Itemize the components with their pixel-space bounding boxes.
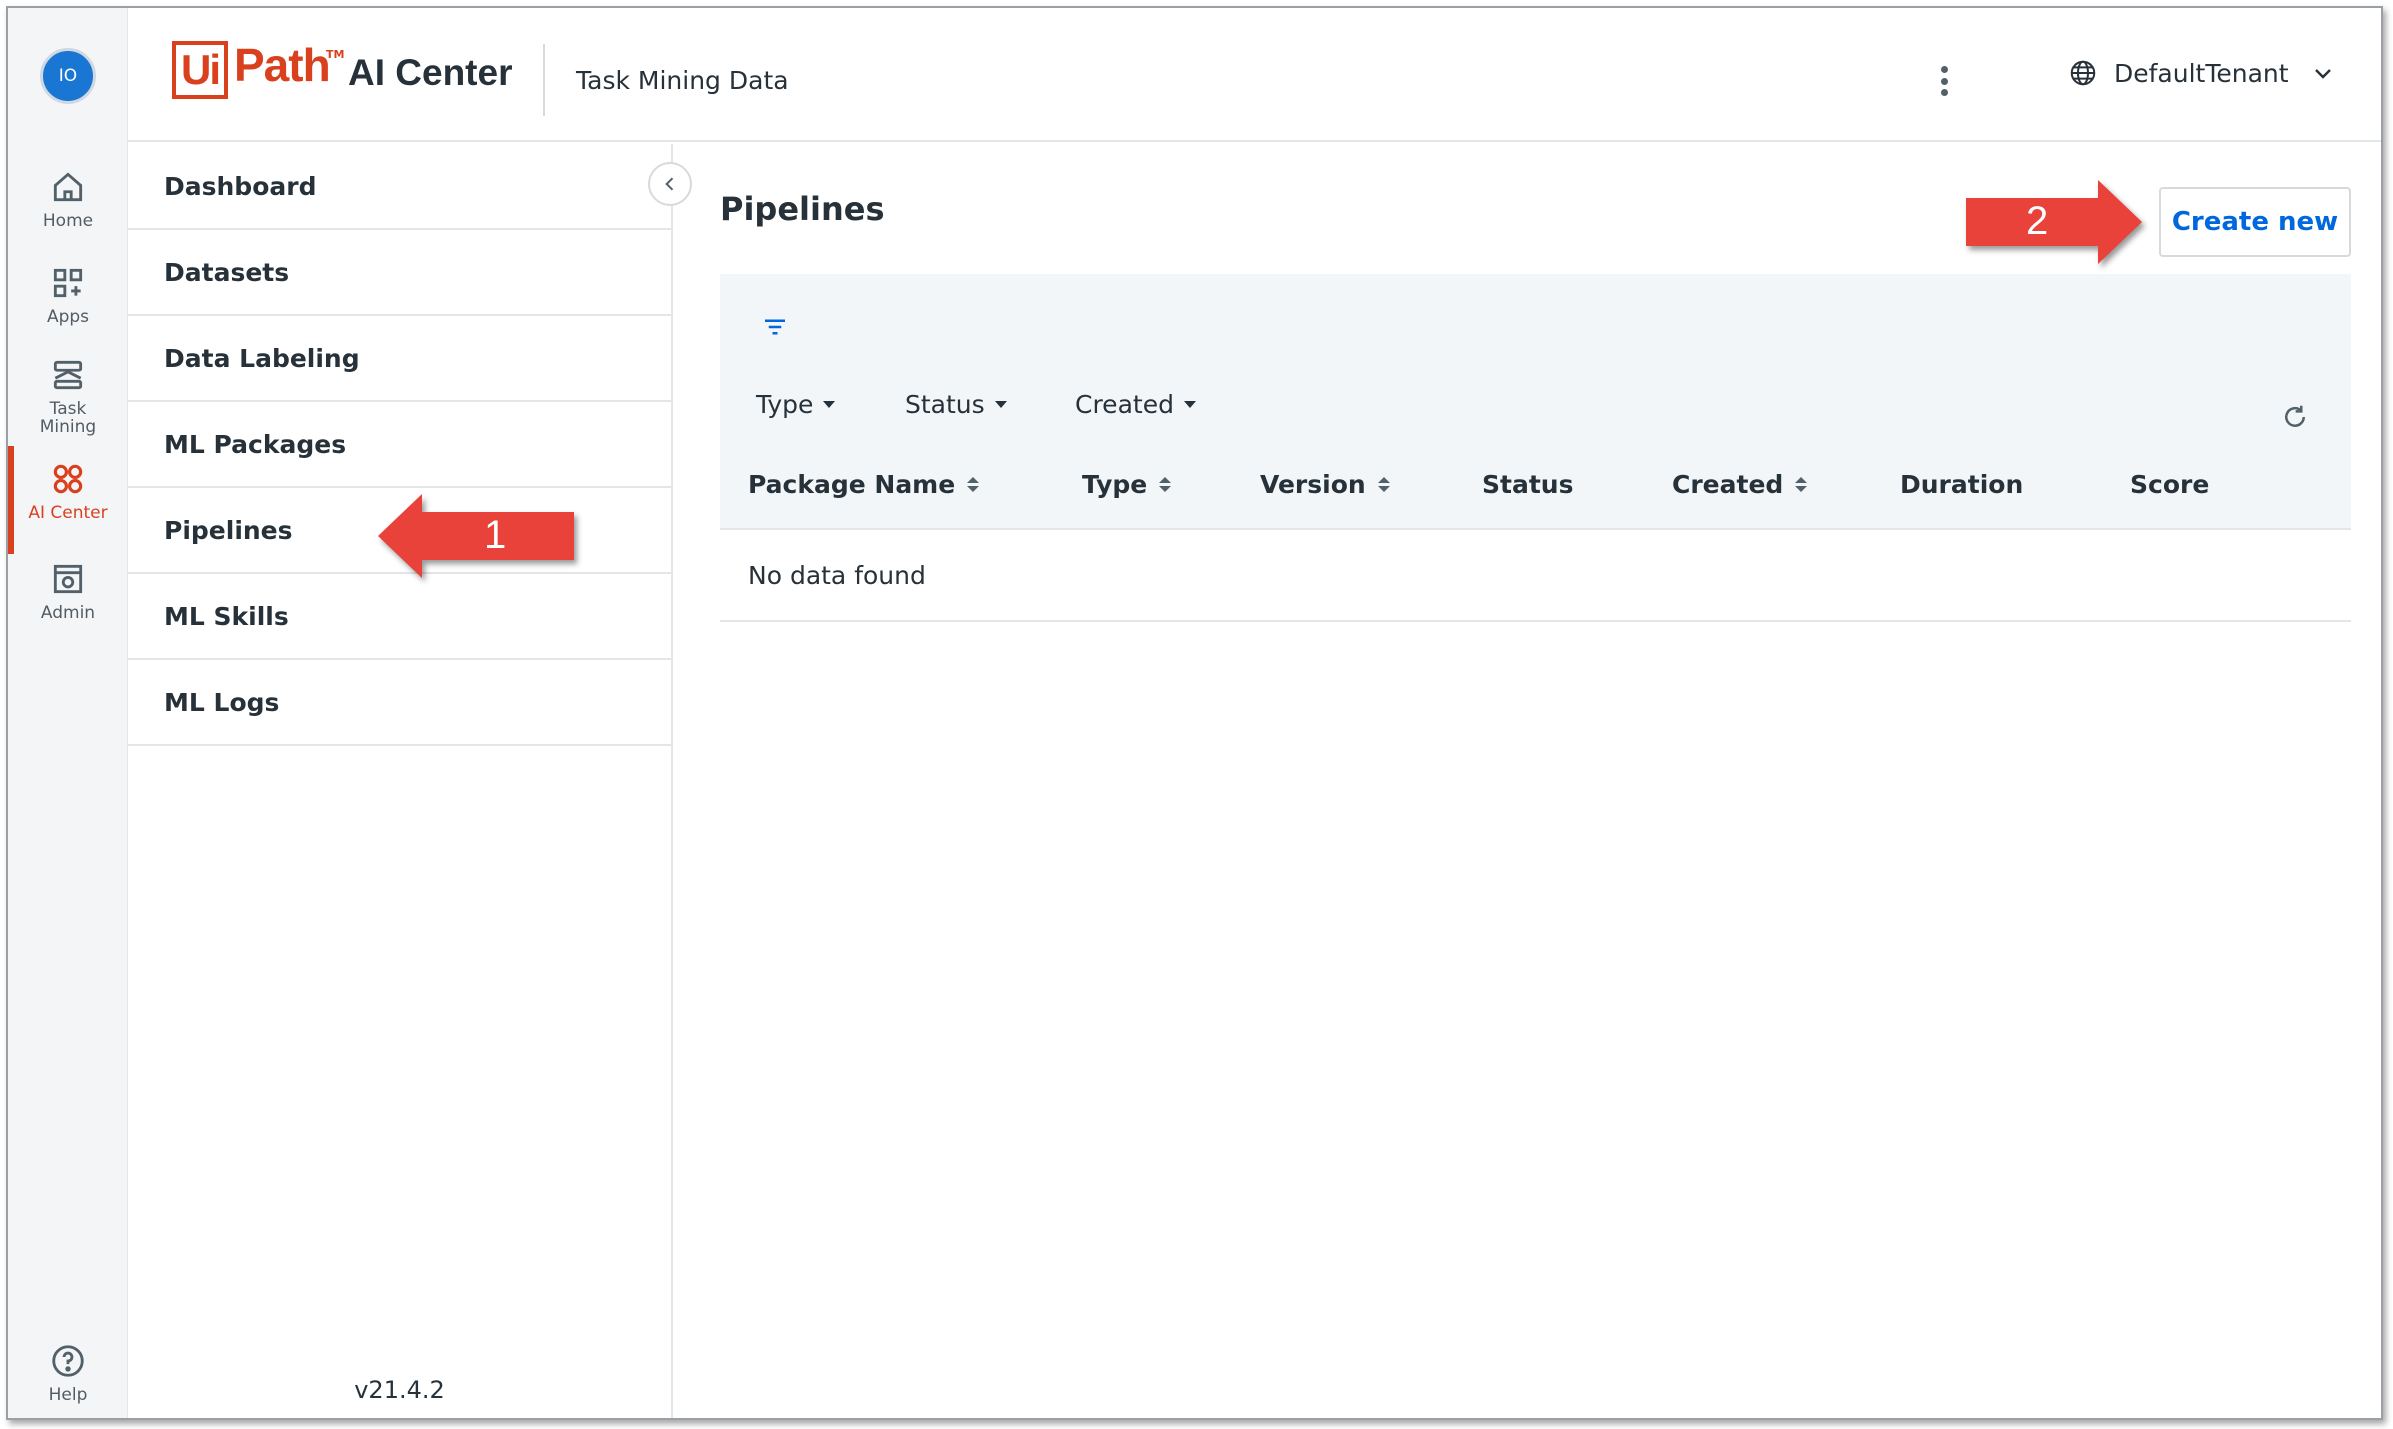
product-name: AI Center	[348, 52, 513, 93]
caret-down-icon	[1183, 401, 1196, 408]
chevron-down-icon	[2314, 69, 2331, 79]
globe-icon	[2070, 60, 2096, 86]
sort-icon	[1377, 477, 1390, 492]
version-label: v21.4.2	[354, 1376, 445, 1404]
column-label: Created	[1672, 470, 1784, 499]
task-mining-icon	[53, 360, 83, 390]
user-avatar[interactable]: IO	[40, 48, 96, 104]
more-options-icon[interactable]	[1938, 66, 1950, 96]
rail-label: Admin	[40, 603, 96, 623]
main-content: Pipelines Create new Type Status Created…	[675, 144, 2381, 1418]
column-score: Score	[2130, 470, 2209, 499]
help-icon	[52, 1345, 84, 1377]
callout-number-1: 1	[484, 513, 507, 557]
filter-status[interactable]: Status	[905, 390, 1007, 419]
app-window: IO Home Apps Task Mining AI Center Admin…	[6, 6, 2383, 1420]
rail-item-task-mining[interactable]: Task Mining	[8, 356, 128, 436]
sort-icon	[967, 477, 980, 492]
column-label: Type	[1082, 470, 1148, 499]
caret-down-icon	[823, 401, 836, 408]
rail-label: Task Mining	[39, 399, 97, 437]
column-label: Duration	[1900, 470, 2024, 499]
rail-item-help[interactable]: Help	[8, 1342, 128, 1404]
header-divider	[543, 44, 545, 116]
nav-item-dashboard[interactable]: Dashboard	[128, 144, 671, 230]
column-duration: Duration	[1900, 470, 2023, 499]
nav-item-ml-logs[interactable]: ML Logs	[128, 660, 671, 746]
callout-number-2: 2	[2026, 199, 2049, 243]
filter-type[interactable]: Type	[756, 390, 836, 419]
pipelines-grid: Type Status Created Package Name Type Ve…	[720, 274, 2351, 622]
apps-icon	[53, 268, 83, 298]
left-rail: IO Home Apps Task Mining AI Center Admin…	[8, 8, 128, 1418]
column-created[interactable]: Created	[1672, 470, 1808, 499]
top-header: Ui Path TM AI Center Task Mining Data De…	[128, 8, 2381, 142]
tenant-selector[interactable]: DefaultTenant	[2068, 58, 2351, 88]
column-version[interactable]: Version	[1260, 470, 1390, 499]
rail-label: Help	[48, 1385, 88, 1405]
admin-icon	[53, 564, 83, 594]
column-status: Status	[1482, 470, 1573, 499]
rail-label: Home	[42, 211, 94, 231]
chevron-left-icon	[665, 177, 674, 191]
filter-icon[interactable]	[760, 312, 790, 342]
column-label: Version	[1260, 470, 1366, 499]
refresh-icon[interactable]	[2280, 402, 2310, 432]
uipath-logo-path: Path	[234, 39, 331, 91]
grid-header: Type Status Created Package Name Type Ve…	[720, 274, 2351, 530]
sort-icon	[1795, 477, 1808, 492]
empty-state: No data found	[720, 530, 2351, 622]
column-label: Status	[1482, 470, 1574, 499]
callout-arrow-right-icon	[1966, 180, 2142, 264]
uipath-logo-tm: TM	[326, 48, 345, 61]
tenant-name: DefaultTenant	[2114, 58, 2289, 88]
nav-item-ml-packages[interactable]: ML Packages	[128, 402, 671, 488]
sort-icon	[1159, 477, 1172, 492]
uipath-logo-ui: Ui	[172, 41, 228, 99]
callout-arrow-left-icon	[378, 494, 574, 578]
rail-label: AI Center	[28, 503, 108, 523]
filter-label: Type	[756, 390, 814, 419]
page-title: Pipelines	[720, 190, 885, 228]
project-name: Task Mining Data	[576, 66, 789, 95]
caret-down-icon	[994, 401, 1007, 408]
rail-item-apps[interactable]: Apps	[8, 264, 128, 326]
side-nav: Dashboard Datasets Data Labeling ML Pack…	[128, 144, 673, 1418]
filter-label: Status	[905, 390, 985, 419]
column-label: Score	[2130, 470, 2210, 499]
filter-created[interactable]: Created	[1075, 390, 1196, 419]
home-icon	[53, 172, 83, 202]
column-package-name[interactable]: Package Name	[748, 470, 980, 499]
nav-item-data-labeling[interactable]: Data Labeling	[128, 316, 671, 402]
ai-center-icon	[53, 464, 83, 494]
create-new-button[interactable]: Create new	[2159, 187, 2351, 257]
filter-label: Created	[1075, 390, 1174, 419]
nav-item-ml-skills[interactable]: ML Skills	[128, 574, 671, 660]
nav-item-datasets[interactable]: Datasets	[128, 230, 671, 316]
column-label: Package Name	[748, 470, 956, 499]
column-type[interactable]: Type	[1082, 470, 1172, 499]
rail-item-home[interactable]: Home	[8, 168, 128, 230]
rail-item-ai-center[interactable]: AI Center	[8, 446, 128, 554]
rail-label: Apps	[46, 307, 90, 327]
collapse-sidenav-button[interactable]	[648, 162, 692, 206]
rail-item-admin[interactable]: Admin	[8, 560, 128, 622]
